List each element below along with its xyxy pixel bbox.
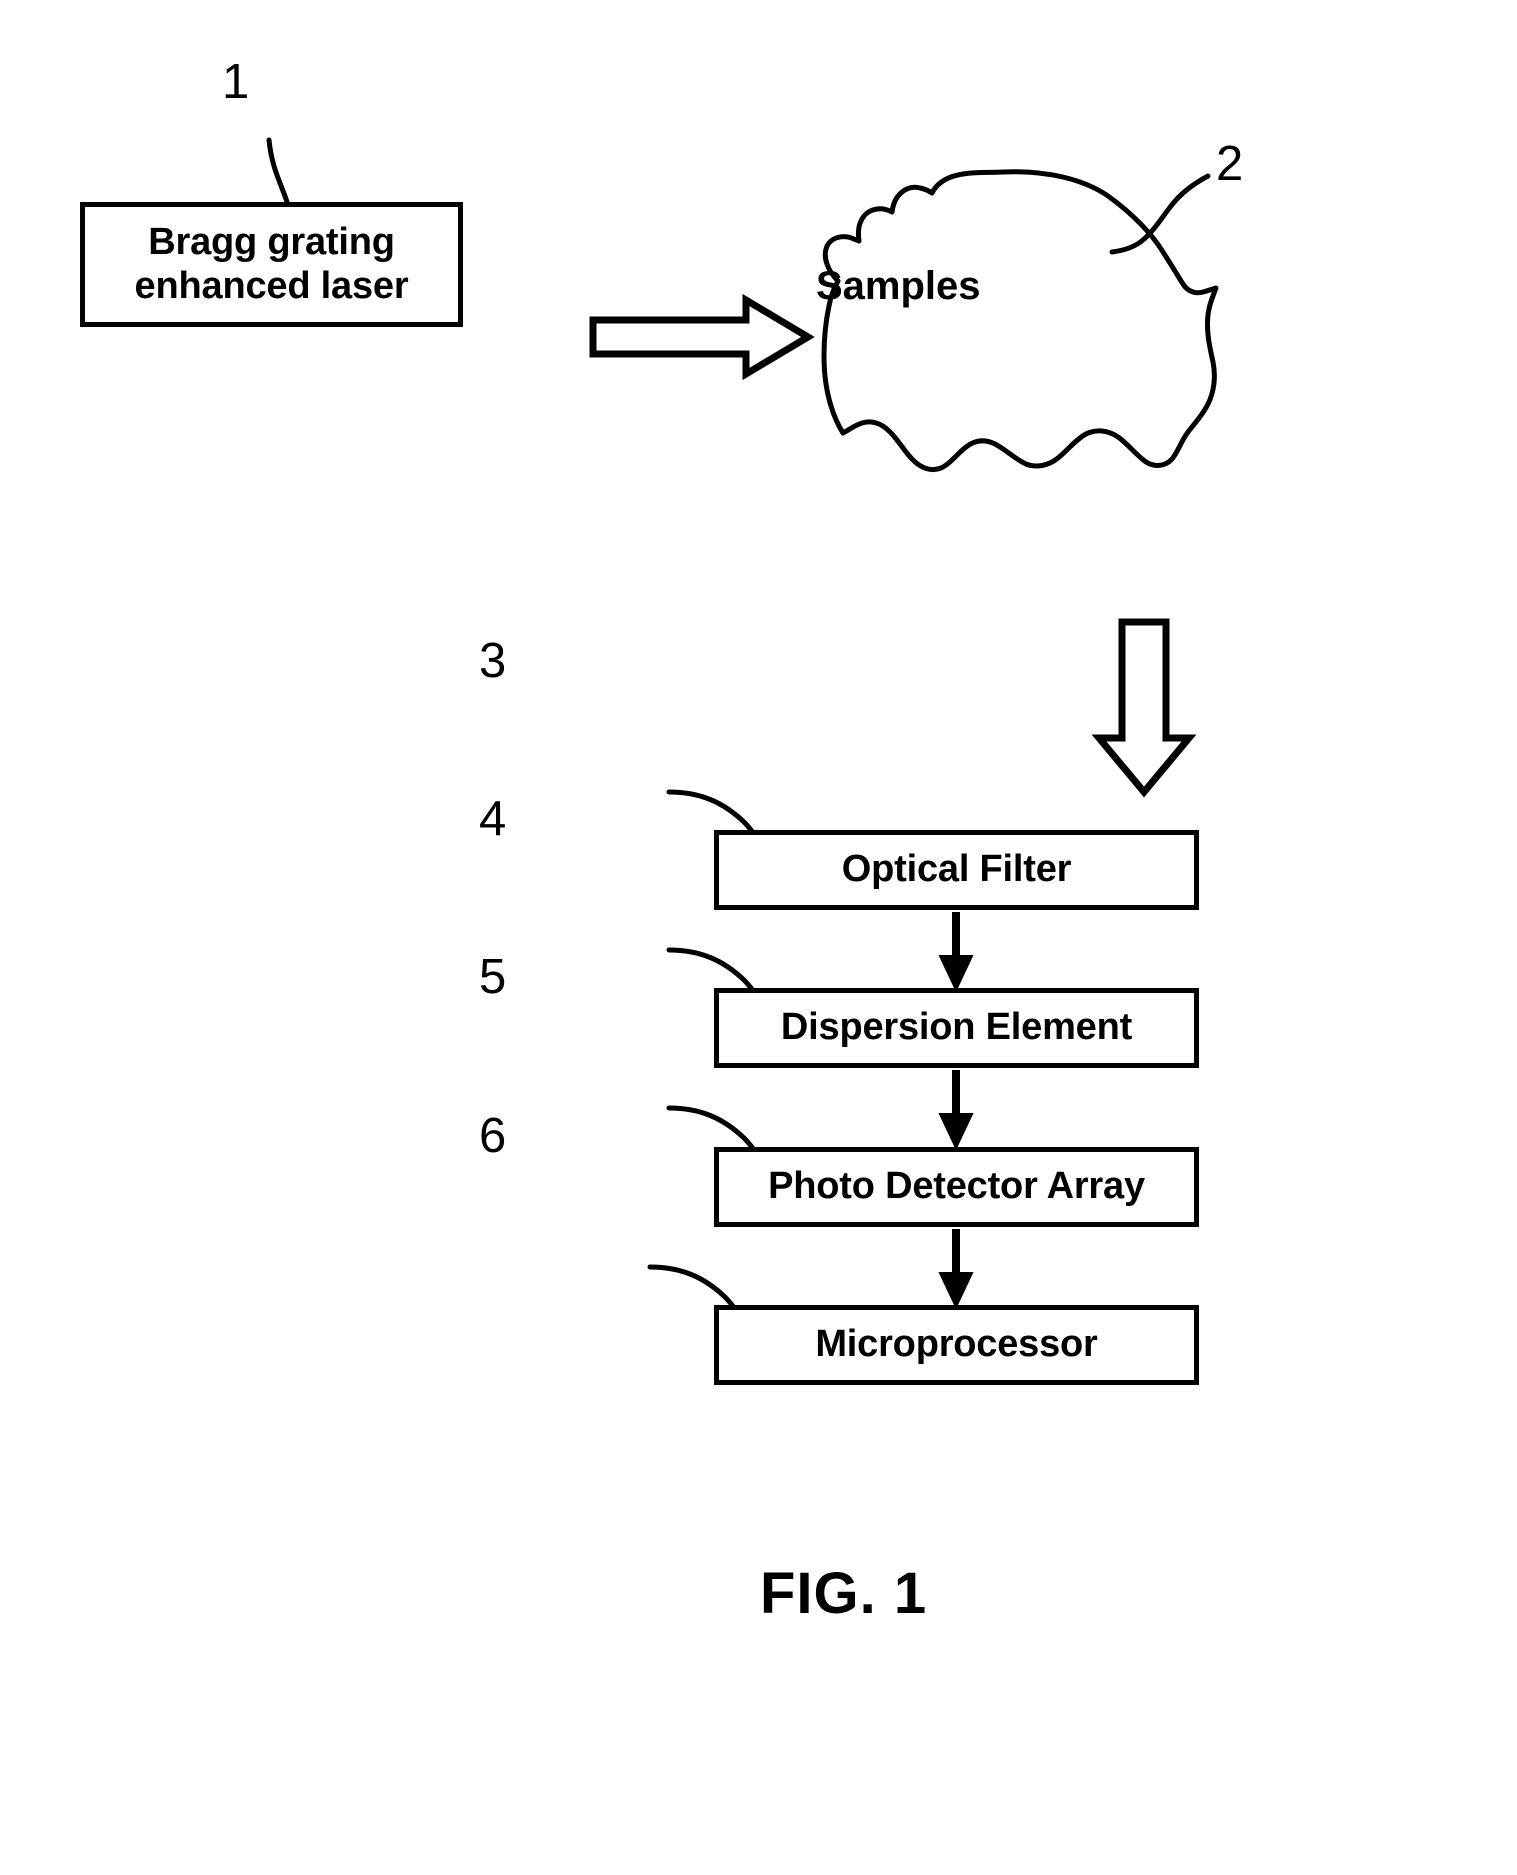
arrow-dispersion-to-photo	[938, 1070, 974, 1151]
arrow-photo-to-microprocessor	[938, 1229, 974, 1310]
reference-numeral-4: 4	[479, 792, 507, 846]
node-dispersion-element: Dispersion Element	[714, 988, 1199, 1068]
samples-blob-outline	[821, 169, 1219, 473]
reference-numeral-5: 5	[479, 950, 507, 1004]
node-label-line2: enhanced laser	[134, 264, 409, 307]
reference-numeral-2: 2	[1216, 137, 1244, 191]
reference-numeral-6: 6	[479, 1109, 507, 1163]
node-label-dispersion-element: Dispersion Element	[780, 1006, 1133, 1049]
node-label-optical-filter: Optical Filter	[841, 848, 1072, 891]
node-photo-detector-array: Photo Detector Array	[714, 1147, 1199, 1227]
figure-caption: FIG. 1	[760, 1561, 928, 1626]
node-label-microprocessor: Microprocessor	[815, 1323, 1098, 1366]
node-label-photo-detector-array: Photo Detector Array	[768, 1165, 1145, 1208]
samples-label: Samples	[816, 264, 981, 308]
node-optical-filter: Optical Filter	[714, 830, 1199, 910]
block-arrow-samples-to-filter	[1091, 618, 1197, 798]
arrow-filter-to-dispersion	[938, 912, 974, 993]
reference-numeral-3: 3	[479, 634, 507, 688]
node-bragg-grating-enhanced-laser: Bragg grating enhanced laser	[80, 202, 463, 327]
node-label-line1: Bragg grating	[148, 220, 395, 263]
block-arrow-laser-to-samples	[589, 293, 815, 381]
patent-figure: 1 2 3 4 5 6 Samples Bragg grating enhanc…	[0, 0, 1517, 1875]
node-microprocessor: Microprocessor	[714, 1305, 1199, 1385]
reference-numeral-1: 1	[222, 55, 250, 109]
